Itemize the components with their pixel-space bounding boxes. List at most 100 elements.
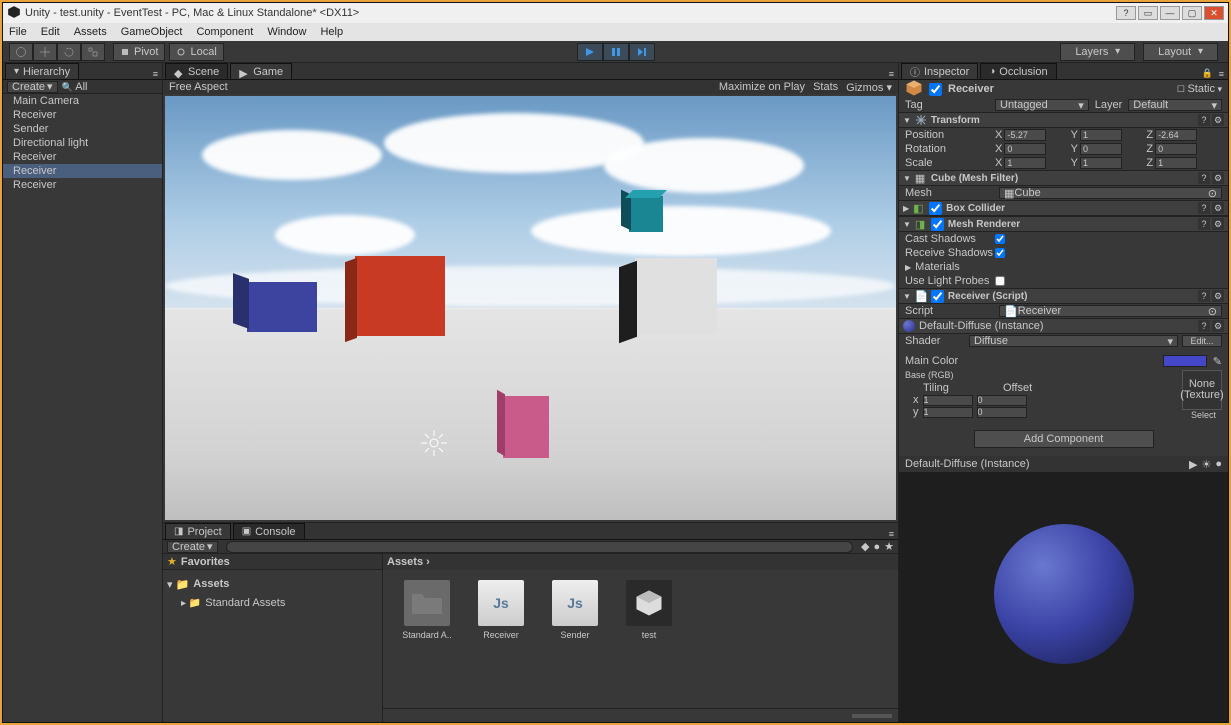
component-enabled[interactable]	[929, 202, 942, 215]
light-probes[interactable]	[995, 276, 1005, 286]
pause-button[interactable]	[603, 43, 629, 61]
gear-icon[interactable]: ⚙	[1212, 202, 1224, 214]
texture-slot[interactable]: None (Texture)	[1182, 370, 1222, 410]
hand-tool[interactable]	[9, 43, 33, 61]
tag-dropdown[interactable]: Untagged▾	[995, 99, 1089, 111]
breadcrumb[interactable]: Assets ›	[383, 554, 898, 570]
tiling-y[interactable]	[923, 407, 973, 418]
aspect-dropdown[interactable]: Free Aspect	[169, 81, 228, 93]
panel-menu-icon[interactable]: ≡	[1219, 69, 1224, 79]
script-component-header[interactable]: ▼📄Receiver (Script) ?⚙	[899, 288, 1228, 304]
texture-select[interactable]: Select	[1182, 410, 1222, 420]
menu-component[interactable]: Component	[196, 26, 253, 38]
maximize-toggle[interactable]: Maximize on Play	[719, 81, 805, 93]
menu-edit[interactable]: Edit	[41, 26, 60, 38]
pos-y[interactable]	[1080, 129, 1122, 141]
transform-component-header[interactable]: ▼ Transform ?⚙	[899, 112, 1228, 128]
maximize-button[interactable]: ▢	[1182, 6, 1202, 20]
tab-game[interactable]: ▶Game	[230, 63, 292, 79]
gizmos-dropdown[interactable]: Gizmos ▾	[846, 81, 892, 94]
hierarchy-item[interactable]: Directional light	[3, 136, 162, 150]
hierarchy-item[interactable]: Receiver	[3, 150, 162, 164]
menu-help[interactable]: Help	[320, 26, 343, 38]
gameobject-name[interactable]: Receiver	[948, 83, 994, 95]
asset-scene[interactable]: test	[621, 580, 677, 640]
panel-menu-icon[interactable]: ≡	[889, 529, 894, 539]
play-button[interactable]	[577, 43, 603, 61]
pos-x[interactable]	[1004, 129, 1046, 141]
assets-tree-item[interactable]: ▸ 📁 Standard Assets	[169, 596, 376, 610]
minimize-button[interactable]: —	[1160, 6, 1180, 20]
tab-scene[interactable]: ◆Scene	[165, 63, 228, 79]
material-header[interactable]: Default-Diffuse (Instance) ?⚙	[899, 318, 1228, 334]
script-field[interactable]: 📄 Receiver⊙	[999, 305, 1222, 317]
scale-y[interactable]	[1080, 157, 1122, 169]
offset-y[interactable]	[977, 407, 1027, 418]
preview-mode-icon[interactable]: ●	[1215, 458, 1222, 471]
restore-button[interactable]: ▭	[1138, 6, 1158, 20]
pos-z[interactable]	[1155, 129, 1197, 141]
tab-project[interactable]: ◨ Project	[165, 523, 231, 539]
help-icon[interactable]: ?	[1198, 290, 1210, 302]
filter-icon[interactable]: ◆	[861, 540, 869, 553]
help-icon[interactable]: ?	[1198, 218, 1210, 230]
layout-dropdown[interactable]: Layout ▾	[1143, 43, 1218, 61]
hierarchy-item-selected[interactable]: Receiver	[3, 164, 162, 178]
color-picker-icon[interactable]: ✎	[1213, 355, 1222, 368]
tab-inspector[interactable]: ⓘ Inspector	[901, 63, 978, 79]
asset-folder[interactable]: Standard A..	[399, 580, 455, 640]
help-button[interactable]: ?	[1116, 6, 1136, 20]
component-enabled[interactable]	[931, 290, 944, 303]
rotate-tool[interactable]	[57, 43, 81, 61]
static-toggle[interactable]: Static	[1187, 83, 1215, 95]
add-component-button[interactable]: Add Component	[974, 430, 1154, 448]
help-icon[interactable]: ?	[1198, 202, 1210, 214]
hierarchy-filter[interactable]: All	[75, 81, 87, 93]
preview-play-icon[interactable]: ▶	[1189, 458, 1197, 471]
gear-icon[interactable]: ⚙	[1212, 172, 1224, 184]
materials-foldout[interactable]: Materials	[915, 261, 960, 273]
active-checkbox[interactable]	[929, 83, 942, 96]
menu-gameobject[interactable]: GameObject	[121, 26, 183, 38]
component-enabled[interactable]	[931, 218, 944, 231]
cast-shadows[interactable]	[995, 234, 1005, 244]
favorites-header[interactable]: ★Favorites	[163, 554, 382, 570]
layers-dropdown[interactable]: Layers ▾	[1060, 43, 1135, 61]
help-icon[interactable]: ?	[1198, 172, 1210, 184]
assets-tree-root[interactable]: ▾ 📁 Assets	[163, 576, 382, 592]
panel-menu-icon[interactable]: ≡	[889, 69, 894, 79]
project-search[interactable]	[226, 541, 853, 553]
tiling-x[interactable]	[923, 395, 973, 406]
pivot-toggle[interactable]: Pivot	[113, 43, 165, 61]
tab-console[interactable]: ▣ Console	[233, 523, 305, 539]
hierarchy-item[interactable]: Sender	[3, 122, 162, 136]
shader-dropdown[interactable]: Diffuse▾	[969, 335, 1178, 347]
menu-file[interactable]: File	[9, 26, 27, 38]
filter-icon[interactable]: ●	[873, 541, 880, 553]
scale-x[interactable]	[1004, 157, 1046, 169]
help-icon[interactable]: ?	[1198, 114, 1210, 126]
lock-icon[interactable]: 🔒	[1202, 68, 1213, 79]
local-toggle[interactable]: Local	[169, 43, 223, 61]
scale-z[interactable]	[1155, 157, 1197, 169]
hierarchy-item[interactable]: Receiver	[3, 108, 162, 122]
meshrenderer-component-header[interactable]: ▼◨Mesh Renderer ?⚙	[899, 216, 1228, 232]
rot-x[interactable]	[1004, 143, 1046, 155]
mesh-field[interactable]: ▦ Cube⊙	[999, 187, 1222, 199]
menu-window[interactable]: Window	[267, 26, 306, 38]
preview-light-icon[interactable]: ☀	[1201, 458, 1211, 471]
rot-z[interactable]	[1155, 143, 1197, 155]
asset-script[interactable]: Js Sender	[547, 580, 603, 640]
project-create-dropdown[interactable]: Create ▾	[167, 541, 218, 553]
edit-shader-button[interactable]: Edit...	[1182, 335, 1222, 347]
tab-hierarchy[interactable]: ▾ Hierarchy	[5, 63, 79, 79]
gear-icon[interactable]: ⚙	[1212, 320, 1224, 332]
close-button[interactable]: ✕	[1204, 6, 1224, 20]
hierarchy-item[interactable]: Receiver	[3, 178, 162, 192]
gear-icon[interactable]: ⚙	[1212, 290, 1224, 302]
rot-y[interactable]	[1080, 143, 1122, 155]
tab-occlusion[interactable]: ◑ Occlusion	[980, 63, 1056, 79]
main-color-swatch[interactable]	[1163, 355, 1207, 367]
gear-icon[interactable]: ⚙	[1212, 114, 1224, 126]
move-tool[interactable]	[33, 43, 57, 61]
